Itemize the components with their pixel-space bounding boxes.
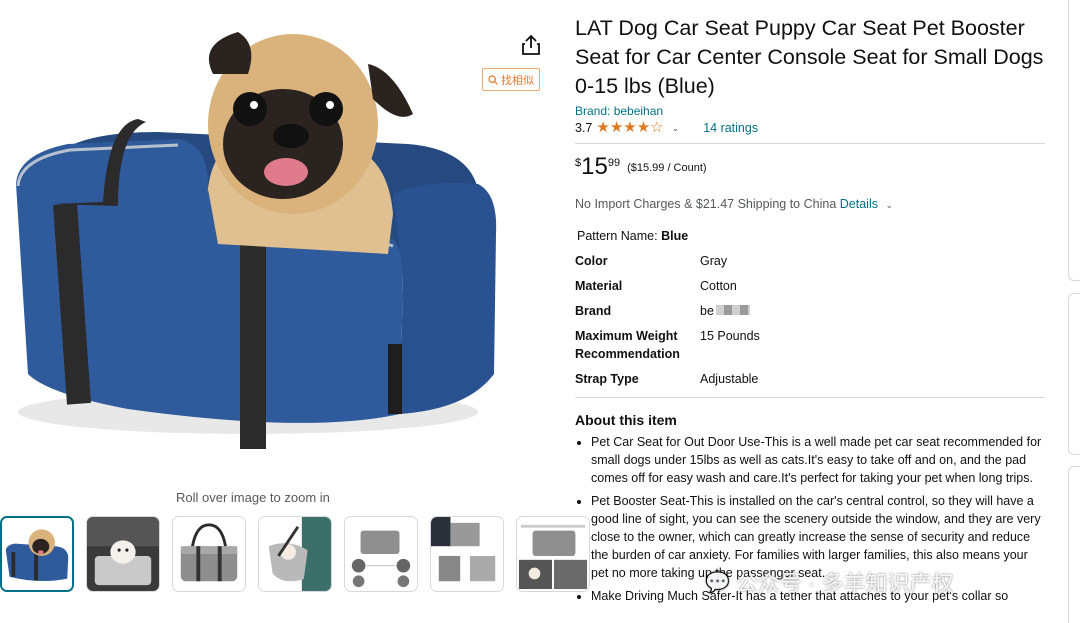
spec-row: Strap Type Adjustable — [575, 370, 760, 395]
about-bullet: Pet Booster Seat-This is installed on th… — [591, 492, 1045, 583]
price-whole: 15 — [581, 153, 608, 180]
ratings-count-link[interactable]: 14 ratings — [703, 121, 758, 135]
redaction-block — [715, 305, 750, 315]
about-bullet: Make Driving Much Safer-It has a tether … — [591, 587, 1045, 605]
pattern-name: Pattern Name: Blue — [577, 229, 1045, 243]
find-similar-button[interactable]: 找相似 — [482, 68, 540, 91]
about-bullet: Pet Car Seat for Out Door Use-This is a … — [591, 433, 1045, 488]
spec-key: Maximum Weight Recommendation — [575, 329, 680, 361]
about-bullets: Pet Car Seat for Out Door Use-This is a … — [575, 433, 1045, 605]
price-fraction: 99 — [607, 157, 621, 169]
spec-value: Adjustable — [700, 372, 759, 386]
side-panel-edge — [1068, 466, 1080, 623]
thumbnail-3[interactable] — [172, 516, 246, 592]
spec-value: Cotton — [700, 279, 737, 293]
thumbnail-strip — [0, 516, 590, 592]
thumbnail-4[interactable] — [258, 516, 332, 592]
spec-row: Color Gray — [575, 252, 760, 277]
spec-key: Color — [575, 254, 608, 268]
main-product-image[interactable] — [8, 14, 508, 478]
spec-value: be — [700, 302, 760, 327]
divider — [575, 143, 1045, 144]
spec-key: Strap Type — [575, 372, 639, 386]
thumbnail-2[interactable] — [86, 516, 160, 592]
chevron-down-icon[interactable]: ⌄ — [885, 200, 893, 210]
zoom-hint: Roll over image to zoom in — [176, 490, 330, 505]
side-panel-edge — [1068, 0, 1080, 281]
chevron-down-icon[interactable]: ⌄ — [672, 123, 680, 134]
brand-value: be — [700, 304, 714, 318]
find-similar-label: 找相似 — [501, 74, 534, 87]
side-panel-edge — [1068, 293, 1080, 455]
rating-value: 3.7 — [575, 121, 593, 135]
spec-row: Material Cotton — [575, 277, 760, 302]
thumbnail-5[interactable] — [344, 516, 418, 592]
spec-key: Brand — [575, 304, 612, 318]
shipping-details-link[interactable]: Details — [840, 197, 878, 211]
pattern-label: Pattern Name: — [577, 229, 658, 243]
spec-value: 15 Pounds — [700, 329, 760, 343]
divider — [575, 397, 1045, 398]
price: $ 15 99 ($15.99 / Count) — [575, 154, 1045, 180]
product-specs-table: Color Gray Material Cotton Brand be Maxi… — [575, 252, 760, 395]
product-details: LAT Dog Car Seat Puppy Car Seat Pet Boos… — [575, 14, 1045, 609]
spec-key: Material — [575, 279, 623, 293]
star-rating-icon[interactable]: ★★★★☆ — [596, 120, 663, 135]
unit-price: ($15.99 / Count) — [627, 162, 707, 174]
thumbnail-1[interactable] — [0, 516, 74, 592]
pattern-value: Blue — [661, 229, 689, 243]
spec-value: Gray — [700, 254, 728, 268]
rating-row: 3.7 ★★★★☆ ⌄ 14 ratings — [575, 120, 1045, 135]
thumbnail-6[interactable] — [430, 516, 504, 592]
about-heading: About this item — [575, 412, 677, 428]
shipping-info: No Import Charges & $21.47 Shipping to C… — [575, 197, 1045, 211]
spec-row: Maximum Weight Recommendation 15 Pounds — [575, 327, 760, 370]
shipping-text: No Import Charges & $21.47 Shipping to C… — [575, 197, 837, 211]
product-title: LAT Dog Car Seat Puppy Car Seat Pet Boos… — [575, 16, 1044, 98]
brand-link[interactable]: Brand: bebeihan — [575, 104, 1045, 118]
spec-row: Brand be — [575, 302, 760, 327]
search-icon — [488, 74, 498, 85]
share-icon[interactable] — [518, 32, 544, 58]
